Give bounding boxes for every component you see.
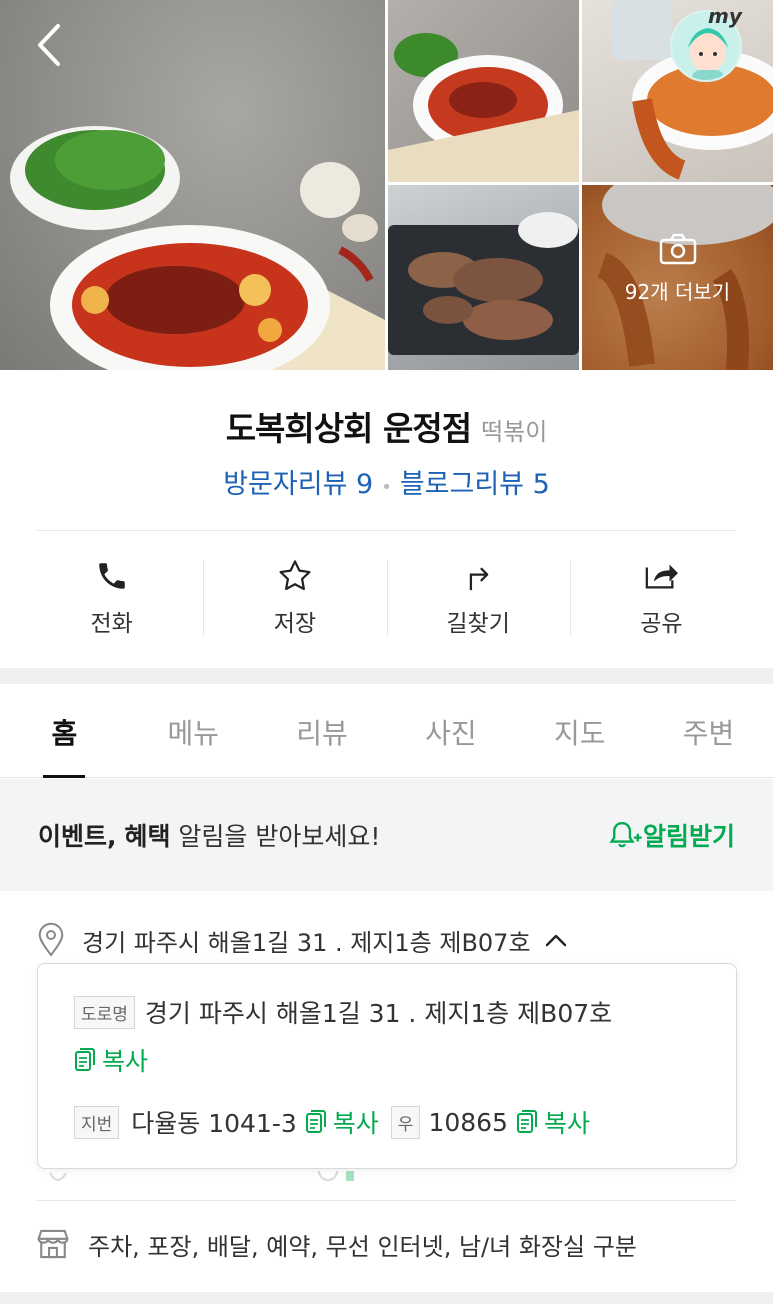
chevron-up-icon: [545, 934, 566, 947]
address-toggle[interactable]: 경기 파주시 해올1길 31 . 제지1층 제B07호: [36, 918, 736, 962]
tab-nearby[interactable]: 주변: [644, 684, 773, 777]
star-icon: [279, 560, 311, 591]
save-button[interactable]: 저장: [203, 556, 386, 640]
tab-photos[interactable]: 사진: [386, 684, 515, 777]
road-address: 경기 파주시 해올1길 31 . 제지1층 제B07호: [144, 999, 613, 1028]
share-label: 공유: [640, 611, 683, 637]
copy-label: 복사: [543, 1109, 590, 1138]
section-gap: [0, 1292, 773, 1304]
call-label: 전화: [90, 611, 133, 637]
copy-zip-button[interactable]: 복사: [516, 1104, 590, 1140]
partially-hidden-icon: [48, 1170, 68, 1189]
subscribe-alert-label: 알림받기: [642, 822, 735, 851]
copy-label: 복사: [102, 1047, 149, 1076]
blog-reviews-link[interactable]: 블로그리뷰 5: [400, 469, 550, 500]
lot-address-tag: 지번: [74, 1105, 120, 1139]
copy-icon: [75, 1048, 95, 1071]
phone-icon: [98, 563, 125, 589]
dish-photo-illustration: [388, 33, 579, 182]
bell-plus-icon: [609, 822, 642, 848]
directions-icon: [469, 567, 489, 591]
notice-bold-event: 이벤트,: [38, 822, 117, 851]
copy-lot-address-button[interactable]: 복사: [305, 1104, 379, 1140]
event-notice-banner: 이벤트, 혜택 알림을 받아보세요! 알림받기: [0, 779, 773, 891]
notice-text: 이벤트, 혜택 알림을 받아보세요!: [38, 817, 380, 853]
store-icon: [37, 1229, 69, 1259]
visitor-reviews-link[interactable]: 방문자리뷰 9: [223, 469, 373, 500]
more-photos-button[interactable]: 92개 더보기: [582, 232, 773, 305]
save-label: 저장: [273, 611, 317, 637]
back-button[interactable]: [30, 22, 70, 68]
share-icon: [646, 564, 679, 589]
road-address-tag: 도로명: [74, 995, 135, 1029]
place-detail-screen: my 92개 더보기 도복희상회 운정점 떡볶이 방문자리뷰 9 • 블로그리뷰 5 …: [0, 0, 773, 1304]
tab-map[interactable]: 지도: [515, 684, 644, 777]
divider: [36, 530, 736, 531]
address-summary: 경기 파주시 해올1길 31 . 제지1층 제B07호: [82, 928, 531, 957]
grill-photo-illustration: [388, 212, 579, 355]
copy-road-address-button[interactable]: 복사: [74, 1042, 148, 1078]
directions-label: 길찾기: [446, 611, 510, 637]
action-bar: 전화 저장 길찾기 공유: [20, 556, 753, 640]
separator-dot: •: [381, 477, 392, 498]
call-button[interactable]: 전화: [20, 556, 203, 640]
zip-code: 10865: [428, 1107, 508, 1137]
place-header: 도복희상회 운정점 떡볶이: [0, 402, 773, 450]
place-name: 도복희상회 운정점: [225, 409, 472, 448]
tab-home[interactable]: 홈: [0, 684, 129, 778]
camera-icon: [659, 233, 696, 265]
location-pin-icon: [38, 922, 64, 957]
tab-reviews[interactable]: 리뷰: [258, 684, 387, 777]
share-button[interactable]: 공유: [569, 556, 753, 640]
facilities-text: 주차, 포장, 배달, 예약, 무선 인터넷, 남/녀 화장실 구분: [88, 1232, 637, 1261]
more-photos-label: 92개 더보기: [624, 280, 731, 304]
place-category: 떡볶이: [481, 418, 548, 446]
chevron-left-icon: [38, 24, 60, 66]
tab-menu[interactable]: 메뉴: [129, 684, 258, 777]
notice-bold-benefit: 혜택: [124, 822, 171, 851]
copy-icon: [305, 1110, 326, 1133]
directions-button[interactable]: 길찾기: [386, 556, 570, 640]
notice-message: 알림을 받아보세요!: [178, 822, 381, 851]
my-label: my: [708, 4, 742, 28]
tab-bar: 홈 메뉴 리뷰 사진 지도 주변: [0, 684, 773, 778]
zip-code-tag: 우: [390, 1105, 421, 1139]
address-detail-popup: 도로명 경기 파주시 해올1길 31 . 제지1층 제B07호 복사 지번 다율…: [37, 963, 737, 1169]
review-summary: 방문자리뷰 9 • 블로그리뷰 5: [0, 462, 773, 501]
subscribe-alert-button[interactable]: 알림받기: [609, 817, 735, 853]
copy-icon: [516, 1110, 537, 1133]
food-photo-4[interactable]: [388, 185, 579, 370]
food-photo-2[interactable]: [388, 0, 579, 182]
lot-address: 다율동 1041-3: [131, 1109, 297, 1138]
copy-label: 복사: [332, 1109, 379, 1138]
divider: [36, 1200, 736, 1201]
partially-hidden-icon: [318, 1161, 358, 1189]
section-gap: [0, 668, 773, 684]
facilities-row: 주차, 포장, 배달, 예약, 무선 인터넷, 남/녀 화장실 구분: [36, 1222, 756, 1266]
